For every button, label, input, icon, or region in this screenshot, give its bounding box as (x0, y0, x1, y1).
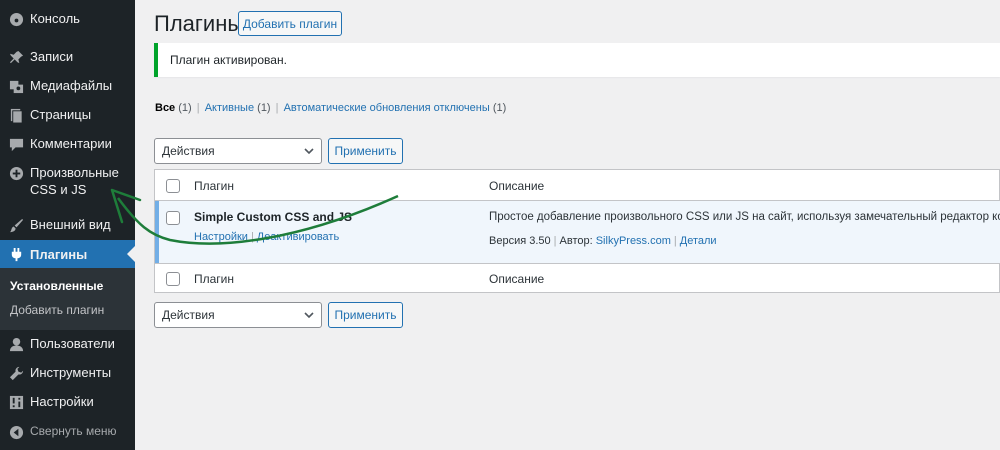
plugin-author-link[interactable]: SilkyPress.com (596, 235, 671, 247)
main-content: Плагины Добавить плагин Плагин активиров… (135, 0, 1000, 450)
filter-auto-updates-disabled[interactable]: Автоматические обновления отключены (284, 102, 490, 114)
plugin-details-link[interactable]: Детали (680, 235, 717, 247)
filter-auto-count: (1) (492, 102, 507, 114)
brush-icon (8, 217, 24, 233)
plugin-settings-link[interactable]: Настройки (194, 231, 248, 243)
filter-active[interactable]: Активные (205, 102, 254, 114)
plugins-table: Плагин Описание Simple Custom CSS and JS… (154, 169, 1000, 293)
page-icon (8, 107, 24, 123)
bulk-actions-select-bottom[interactable]: Действия (154, 302, 322, 328)
sidebar-item-settings[interactable]: Настройки (0, 393, 135, 410)
pin-icon (8, 49, 24, 65)
sidebar-item-media[interactable]: Медиафайлы (0, 77, 135, 94)
plugin-icon (8, 247, 24, 263)
settings-icon (8, 394, 24, 410)
plugin-row-actions: Настройки | Деактивировать (194, 231, 340, 243)
success-notice: Плагин активирован. (154, 43, 1000, 77)
sidebar-item-custom-css-js[interactable]: Произвольные CSS и JS (0, 164, 130, 198)
media-icon (8, 78, 24, 94)
plugin-name: Simple Custom CSS and JS (194, 210, 353, 224)
sidebar-item-appearance[interactable]: Внешний вид (0, 216, 135, 233)
sidebar-item-users[interactable]: Пользователи (0, 335, 135, 352)
plugins-submenu: Установленные Добавить плагин (0, 268, 135, 330)
page-title: Плагины (154, 11, 244, 36)
submenu-item-add-plugin[interactable]: Добавить плагин (10, 303, 104, 317)
sidebar-item-posts[interactable]: Записи (0, 48, 135, 65)
filter-active-count: (1) (257, 102, 271, 114)
user-icon (8, 336, 24, 352)
wrench-icon (8, 365, 24, 381)
admin-sidebar: Консоль Записи Медиафайлы Страницы Комме… (0, 0, 135, 450)
plugin-status-filters: Все (1) | Активные (1) | Автоматические … (155, 102, 507, 114)
apply-button-bottom[interactable]: Применить (328, 302, 403, 328)
filter-all-count: (1) (178, 102, 192, 114)
plugin-author-label: Автор: (559, 235, 593, 247)
plugin-meta: Версия 3.50 | Автор: SilkyPress.com | Детали (489, 235, 717, 247)
bulk-actions-select-top[interactable]: Действия (154, 138, 322, 164)
column-header-description: Описание (489, 179, 545, 193)
dashboard-icon (8, 11, 24, 27)
chevron-down-icon (304, 148, 314, 155)
table-row: Simple Custom CSS and JS Настройки | Деакт… (155, 201, 1000, 263)
column-header-plugin[interactable]: Плагин (194, 179, 234, 193)
collapse-arrow-icon (8, 424, 24, 440)
add-plugin-button[interactable]: Добавить плагин (238, 11, 342, 36)
apply-button-top[interactable]: Применить (328, 138, 403, 164)
comment-icon (8, 136, 24, 152)
sidebar-item-comments[interactable]: Комментарии (0, 135, 135, 152)
plugin-deactivate-link[interactable]: Деактивировать (257, 231, 339, 243)
table-footer-row: Плагин Описание (155, 263, 1000, 293)
table-header-row: Плагин Описание (155, 170, 1000, 201)
plugin-description: Простое добавление произвольного CSS или… (489, 211, 1000, 223)
plus-circle-icon (8, 165, 24, 181)
sidebar-item-tools[interactable]: Инструменты (0, 364, 135, 381)
notice-text: Плагин активирован. (170, 53, 287, 67)
submenu-item-installed[interactable]: Установленные (10, 279, 103, 293)
column-footer-plugin[interactable]: Плагин (194, 272, 234, 286)
sidebar-item-dashboard[interactable]: Консоль (0, 10, 135, 27)
chevron-down-icon (304, 312, 314, 319)
sidebar-item-pages[interactable]: Страницы (0, 106, 135, 123)
plugin-version: Версия 3.50 (489, 235, 551, 247)
filter-all[interactable]: Все (155, 102, 175, 114)
select-all-checkbox[interactable] (166, 179, 180, 193)
collapse-menu-button[interactable]: Свернуть меню (0, 423, 135, 440)
plugin-checkbox[interactable] (166, 211, 180, 225)
sidebar-item-plugins[interactable]: Плагины (0, 240, 135, 268)
select-all-checkbox-footer[interactable] (166, 272, 180, 286)
column-footer-description: Описание (489, 272, 545, 286)
